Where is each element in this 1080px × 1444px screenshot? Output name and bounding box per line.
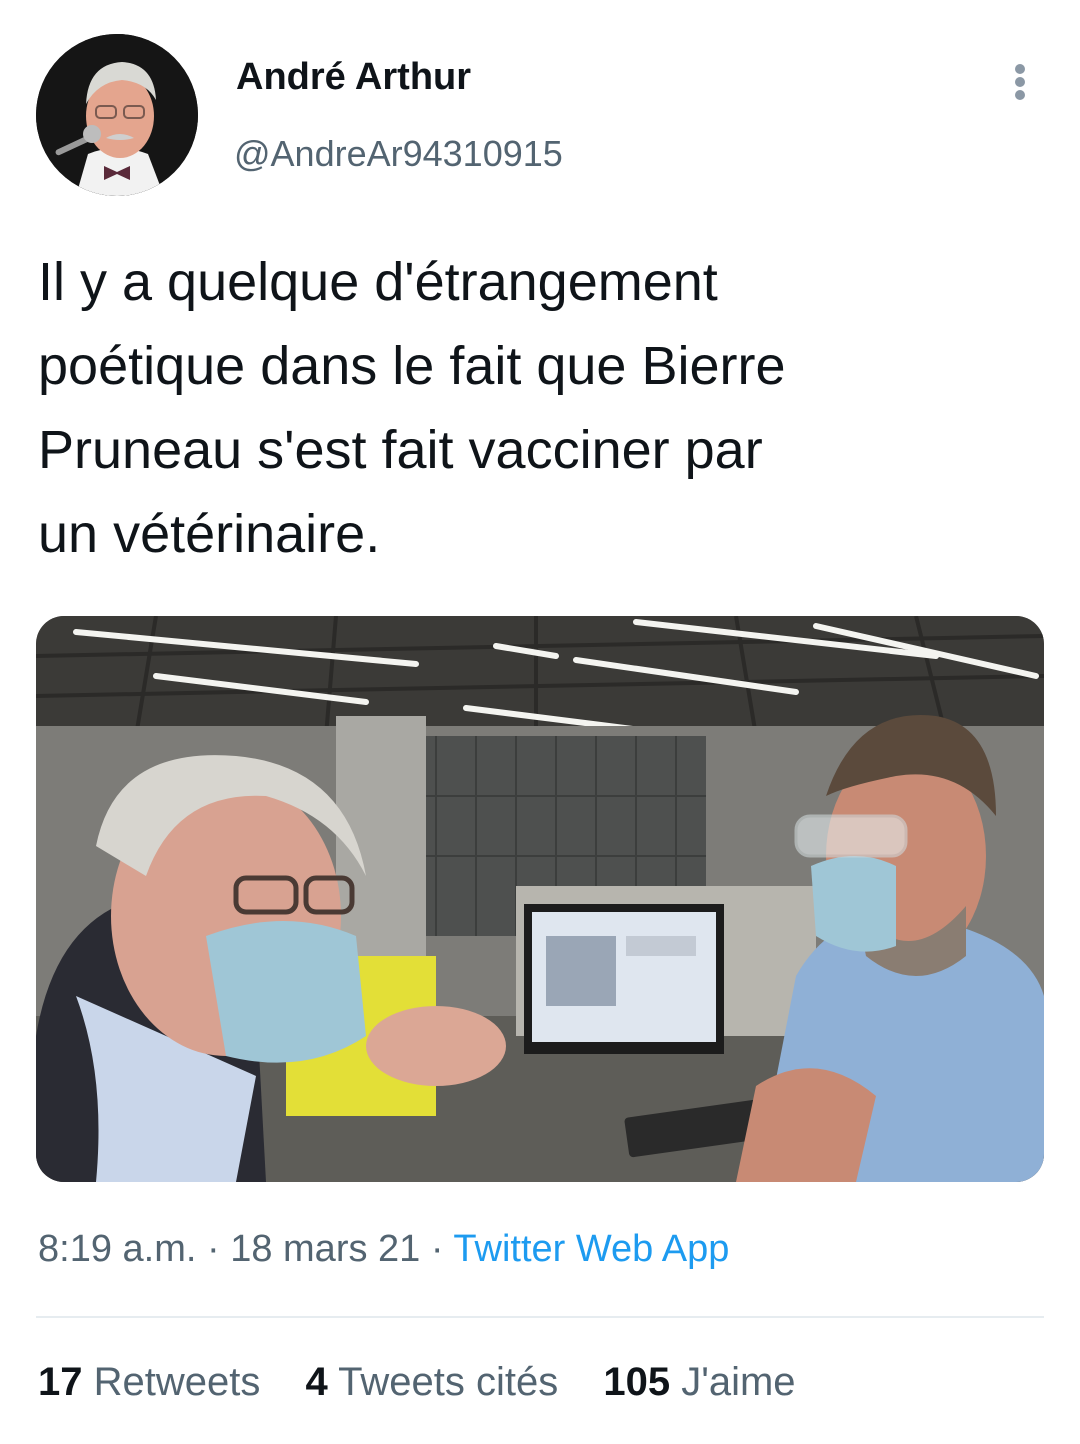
more-vertical-icon[interactable]: [1000, 58, 1040, 104]
avatar-image: [36, 34, 198, 196]
quote-tweets-label: Tweets cités: [338, 1360, 559, 1404]
divider: [36, 1316, 1044, 1318]
quote-tweets-count: 4: [305, 1360, 328, 1404]
tweet-time[interactable]: 8:19 a.m.: [38, 1228, 196, 1270]
retweets-label: Retweets: [93, 1360, 261, 1404]
more-dot: [1015, 64, 1025, 74]
tweet-stats: 17 Retweets 4 Tweets cités 105 J'aime: [38, 1360, 830, 1405]
meta-separator: ·: [430, 1228, 444, 1270]
meta-separator: ·: [206, 1228, 220, 1270]
more-dot: [1015, 77, 1025, 87]
quote-tweets-stat[interactable]: 4 Tweets cités: [306, 1360, 559, 1405]
tweet-text: Il y a quelque d'étrangement poétique da…: [38, 240, 1038, 576]
tweet: André Arthur @AndreAr94310915 Il y a que…: [0, 0, 1080, 1444]
likes-stat[interactable]: 105 J'aime: [603, 1360, 795, 1405]
avatar[interactable]: [36, 34, 198, 196]
tweet-photo[interactable]: [36, 616, 1044, 1182]
tweet-source-link[interactable]: Twitter Web App: [453, 1228, 729, 1270]
likes-count: 105: [603, 1360, 671, 1404]
tweet-date[interactable]: 18 mars 21: [230, 1228, 420, 1270]
likes-label: J'aime: [681, 1360, 796, 1404]
author-name[interactable]: André Arthur: [236, 56, 471, 99]
tweet-line: poétique dans le fait que Bierre: [38, 336, 786, 396]
more-dot: [1015, 90, 1025, 100]
retweets-stat[interactable]: 17 Retweets: [38, 1360, 260, 1405]
tweet-line: Il y a quelque d'étrangement: [38, 252, 718, 312]
vaccination-photo: [36, 616, 1044, 1182]
tweet-line: un vétérinaire.: [38, 504, 381, 564]
author-handle: @AndreAr94310915: [234, 133, 563, 174]
retweets-count: 17: [38, 1360, 83, 1404]
tweet-line: Pruneau s'est fait vacciner par: [38, 420, 763, 480]
tweet-meta: 8:19 a.m. · 18 mars 21 · Twitter Web App: [38, 1228, 729, 1271]
